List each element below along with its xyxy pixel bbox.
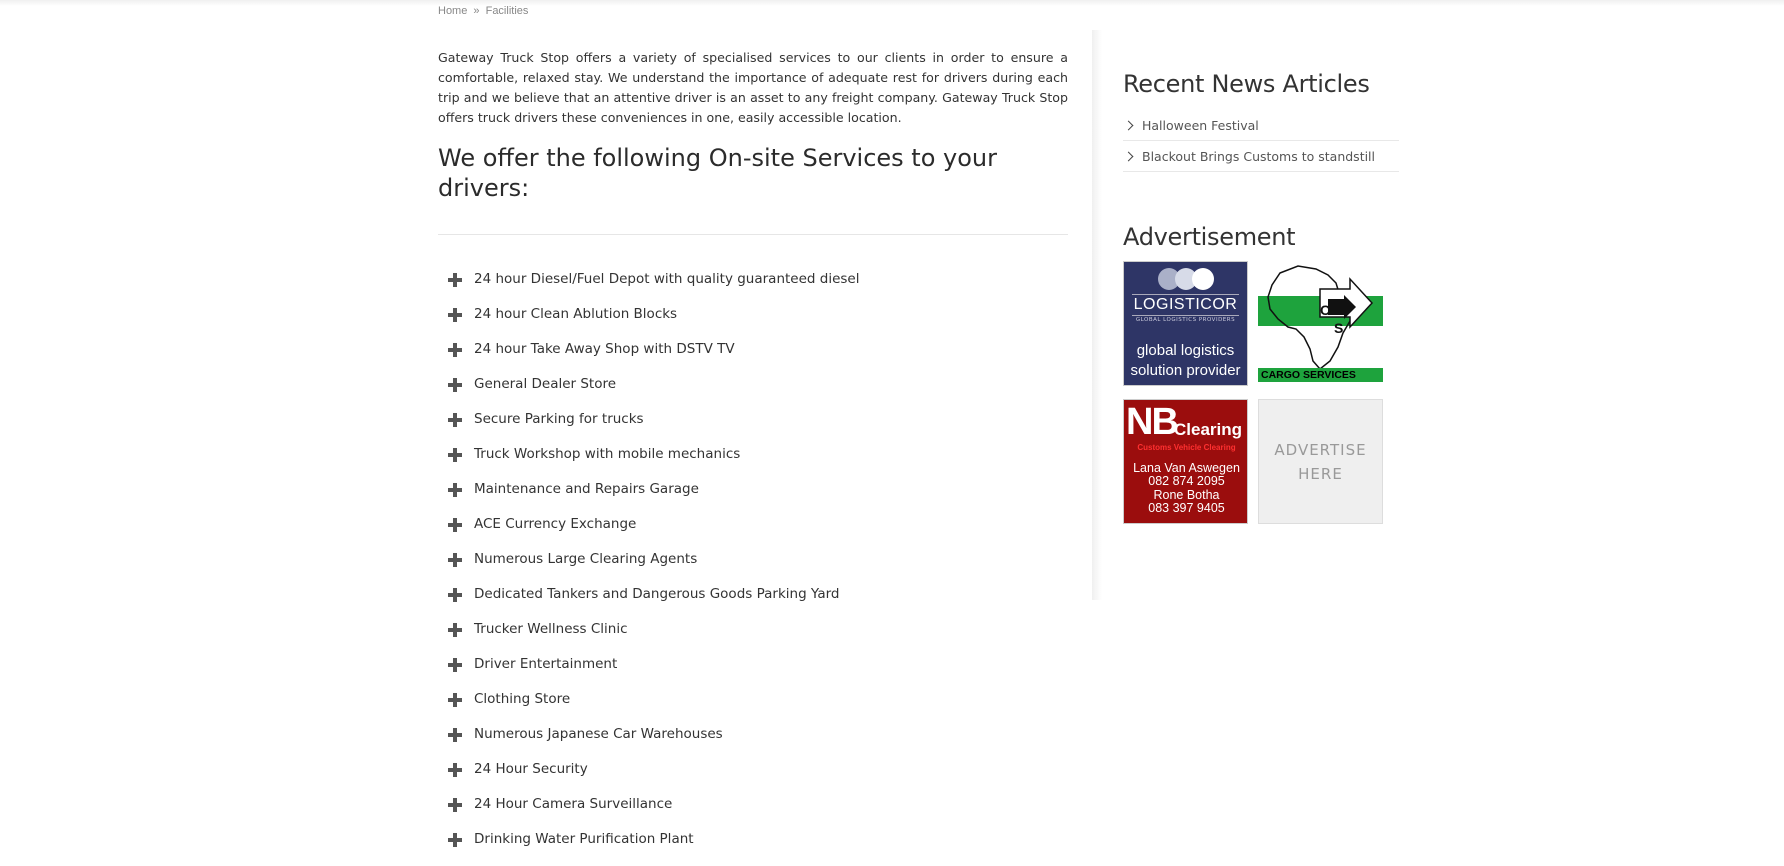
service-label: 24 hour Clean Ablution Blocks [474, 306, 678, 322]
news-item[interactable]: Blackout Brings Customs to standstill [1123, 141, 1399, 172]
service-item: Dedicated Tankers and Dangerous Goods Pa… [438, 586, 1068, 621]
news-link[interactable]: Blackout Brings Customs to standstill [1142, 149, 1375, 164]
service-item: ACE Currency Exchange [438, 516, 1068, 551]
plus-icon [448, 413, 462, 427]
nb-clearing-word: Clearing [1174, 420, 1243, 439]
breadcrumb: Home » Facilities [438, 5, 528, 17]
top-shadow [0, 0, 1784, 6]
advertisement-title: Advertisement [1123, 223, 1296, 251]
plus-icon [448, 308, 462, 322]
breadcrumb-current: Facilities [485, 5, 529, 17]
plus-icon [448, 483, 462, 497]
logisticor-slogan: global logistics solution provider [1130, 341, 1240, 381]
plus-icon [448, 588, 462, 602]
nb-logo: NB [1126, 401, 1179, 443]
service-item: 24 hour Clean Ablution Blocks [438, 306, 1068, 341]
service-label: Numerous Large Clearing Agents [474, 551, 698, 567]
plus-icon [448, 518, 462, 532]
plus-icon [448, 693, 462, 707]
service-label: ACE Currency Exchange [474, 516, 637, 532]
plus-icon [448, 273, 462, 287]
news-list: Halloween Festival Blackout Brings Custo… [1123, 110, 1399, 172]
service-label: Trucker Wellness Clinic [474, 621, 628, 637]
service-label: Dedicated Tankers and Dangerous Goods Pa… [474, 586, 840, 602]
svg-text:C: C [1320, 302, 1330, 318]
plus-icon [448, 833, 462, 847]
service-label: Maintenance and Repairs Garage [474, 481, 699, 497]
section-divider [438, 234, 1068, 235]
service-item: Truck Workshop with mobile mechanics [438, 446, 1068, 481]
plus-icon [448, 623, 462, 637]
plus-icon [448, 728, 462, 742]
svg-text:S: S [1334, 320, 1343, 336]
logisticor-logo-icon [1157, 268, 1214, 290]
nb-contact-phone-2: 083 397 9405 [1148, 501, 1225, 515]
service-label: 24 hour Take Away Shop with DSTV TV [474, 341, 735, 357]
service-item: Driver Entertainment [438, 656, 1068, 691]
service-item: 24 Hour Camera Surveillance [438, 796, 1068, 831]
logisticor-ad[interactable]: LOGISTICOR GLOBAL LOGISTICS PROVIDERS gl… [1123, 261, 1248, 386]
plus-icon [448, 658, 462, 672]
plus-icon [448, 343, 462, 357]
service-item: Maintenance and Repairs Garage [438, 481, 1068, 516]
nb-contact-phone-1: 082 874 2095 [1148, 474, 1225, 488]
advertise-line2: HERE [1298, 464, 1343, 483]
breadcrumb-separator: » [473, 5, 480, 17]
service-item: Clothing Store [438, 691, 1068, 726]
service-item: 24 hour Take Away Shop with DSTV TV [438, 341, 1068, 376]
services-list: 24 hour Diesel/Fuel Depot with quality g… [438, 271, 1068, 866]
plus-icon [448, 378, 462, 392]
intro-paragraph: Gateway Truck Stop offers a variety of s… [438, 50, 1068, 125]
nb-clearing-ad[interactable]: NB Clearing Customs Vehicle Clearing Lan… [1123, 399, 1248, 524]
plus-icon [448, 553, 462, 567]
logisticor-slogan-line2: solution provider [1130, 362, 1241, 379]
main-content: Gateway Truck Stop offers a variety of s… [438, 48, 1068, 866]
ads-grid: LOGISTICOR GLOBAL LOGISTICS PROVIDERS gl… [1123, 261, 1399, 524]
service-item: Numerous Japanese Car Warehouses [438, 726, 1068, 761]
cargo-services-ad[interactable]: C S CARGO SERVICES [1258, 261, 1383, 386]
chevron-right-icon [1123, 120, 1134, 130]
news-link[interactable]: Halloween Festival [1142, 118, 1259, 133]
service-label: 24 Hour Security [474, 761, 588, 777]
recent-news-title: Recent News Articles [1123, 70, 1370, 98]
service-item: 24 Hour Security [438, 761, 1068, 796]
news-item[interactable]: Halloween Festival [1123, 110, 1399, 141]
service-label: Secure Parking for trucks [474, 411, 644, 427]
logisticor-name: LOGISTICOR [1131, 294, 1240, 316]
services-heading: We offer the following On-site Services … [438, 144, 997, 202]
service-label: Numerous Japanese Car Warehouses [474, 726, 723, 742]
breadcrumb-home-link[interactable]: Home [438, 5, 467, 17]
service-label: 24 Hour Camera Surveillance [474, 796, 673, 812]
plus-icon [448, 763, 462, 777]
logisticor-tagline: GLOBAL LOGISTICS PROVIDERS [1135, 317, 1236, 323]
service-label: General Dealer Store [474, 376, 617, 392]
logisticor-slogan-line1: global logistics [1136, 342, 1235, 359]
chevron-right-icon [1123, 151, 1134, 161]
service-label: Clothing Store [474, 691, 571, 707]
service-item: General Dealer Store [438, 376, 1068, 411]
sidebar: Recent News Articles Halloween Festival … [1123, 66, 1399, 524]
service-label: Truck Workshop with mobile mechanics [474, 446, 741, 462]
service-item: Numerous Large Clearing Agents [438, 551, 1068, 586]
service-label: Drinking Water Purification Plant [474, 831, 694, 847]
cargo-services-label: CARGO SERVICES [1258, 368, 1383, 382]
service-item: 24 hour Diesel/Fuel Depot with quality g… [438, 271, 1068, 306]
column-divider-shadow [1092, 30, 1102, 600]
plus-icon [448, 798, 462, 812]
plus-icon [448, 448, 462, 462]
advertise-line1: ADVERTISE [1274, 440, 1367, 459]
service-label: Driver Entertainment [474, 656, 618, 672]
service-label: 24 hour Diesel/Fuel Depot with quality g… [474, 271, 860, 287]
advertise-here-ad[interactable]: ADVERTISE HERE [1258, 399, 1383, 524]
service-item: Trucker Wellness Clinic [438, 621, 1068, 656]
service-item: Secure Parking for trucks [438, 411, 1068, 446]
nb-subtitle: Customs Vehicle Clearing [1137, 443, 1236, 452]
